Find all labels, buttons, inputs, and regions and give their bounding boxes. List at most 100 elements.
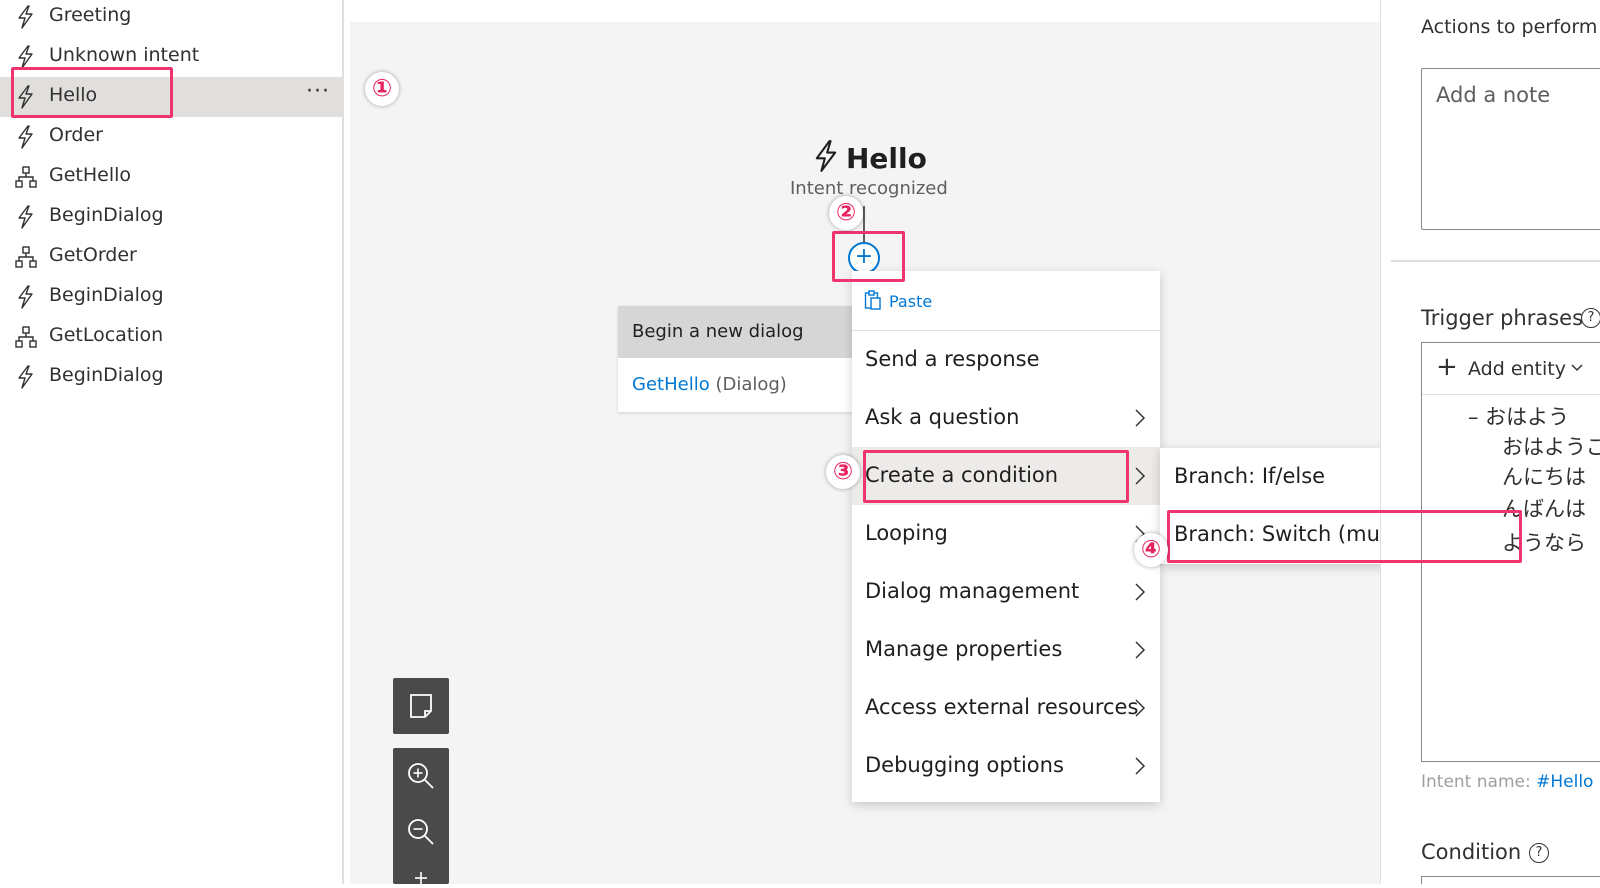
annotation-number: ④	[1140, 535, 1162, 563]
highlight-box-1	[11, 67, 173, 118]
condition-input[interactable]	[1421, 876, 1600, 884]
annotation-number: ①	[371, 74, 393, 102]
condition-label: Condition	[1421, 840, 1522, 864]
sidebar-item-gethello[interactable]: GetHello	[0, 157, 342, 197]
intent-name-value: #Hello	[1536, 772, 1594, 792]
submenu-item-label: Branch: If/else	[1174, 464, 1326, 488]
help-icon[interactable]: ?	[1581, 308, 1600, 328]
menu-item-access-external-resources[interactable]: Access external resources	[852, 679, 1160, 737]
sidebar-item-label: Unknown intent	[49, 44, 200, 66]
chevron-right-icon	[1134, 640, 1146, 660]
sidebar-item-greeting[interactable]: Greeting	[0, 0, 342, 37]
begin-dialog-card[interactable]: Begin a new dialog GetHello (Dialog)	[618, 306, 858, 412]
sidebar-item-label: BeginDialog	[49, 364, 164, 386]
paste-label: Paste	[889, 292, 933, 311]
menu-item-send-a-response[interactable]: Send a response	[852, 331, 1160, 389]
sidebar-item-begindialog[interactable]: BeginDialog	[0, 357, 342, 397]
menu-item-label: Manage properties	[865, 637, 1063, 661]
menu-item-label: Ask a question	[865, 405, 1020, 429]
menu-item-debugging-options[interactable]: Debugging options	[852, 737, 1160, 795]
sidebar-item-label: GetHello	[49, 164, 132, 186]
dialog-tree-icon	[14, 325, 38, 349]
highlight-box-2	[832, 231, 905, 282]
phrase-line: – おはよう	[1468, 405, 1570, 429]
chevron-right-icon	[1134, 582, 1146, 602]
sidebar-item-order[interactable]: Order	[0, 117, 342, 157]
dialog-tree-icon	[14, 245, 38, 269]
sidebar-item-getorder[interactable]: GetOrder	[0, 237, 342, 277]
add-action-menu: Paste Send a response Ask a question Creat…	[852, 271, 1160, 802]
phrase-line: んにちは	[1502, 465, 1586, 489]
zoom-in-icon	[408, 763, 434, 789]
menu-item-looping[interactable]: Looping	[852, 505, 1160, 563]
trigger-title: Hello	[812, 140, 927, 175]
lightning-icon	[14, 285, 38, 309]
sidebar-item-label: BeginDialog	[49, 284, 164, 306]
canvas-top-bar	[346, 0, 1380, 22]
zoom-toolbar	[393, 748, 449, 884]
highlight-box-3	[863, 450, 1129, 503]
lightning-icon	[14, 365, 38, 389]
annotation-marker-3: ③	[826, 455, 860, 489]
fit-view-button[interactable]	[393, 860, 449, 884]
zoom-in-button[interactable]	[393, 748, 449, 804]
lightning-icon	[14, 125, 38, 149]
intent-name-row: Intent name: #Hello	[1421, 772, 1593, 792]
note-placeholder: Add a note	[1436, 83, 1551, 107]
lightning-icon	[14, 5, 38, 29]
note-textarea[interactable]: Add a note	[1421, 68, 1600, 230]
trigger-subtitle: Intent recognized	[790, 178, 948, 199]
chevron-down-icon	[1571, 364, 1583, 372]
chevron-right-icon	[1134, 466, 1146, 486]
chevron-right-icon	[1134, 756, 1146, 776]
dialog-type-label: (Dialog)	[715, 374, 787, 395]
help-glyph: ?	[1587, 310, 1595, 325]
menu-item-manage-properties[interactable]: Manage properties	[852, 621, 1160, 679]
menu-item-ask-a-question[interactable]: Ask a question	[852, 389, 1160, 447]
intent-name-label: Intent name:	[1421, 772, 1531, 792]
dialog-tree-icon	[14, 165, 38, 189]
highlight-box-4	[1167, 510, 1522, 563]
add-note-button[interactable]	[393, 678, 449, 734]
chevron-right-icon	[1134, 698, 1146, 718]
help-glyph: ?	[1535, 845, 1543, 860]
sidebar-item-label: Greeting	[49, 4, 132, 26]
condition-help-icon[interactable]: ?	[1529, 843, 1549, 863]
sidebar-item-getlocation[interactable]: GetLocation	[0, 317, 342, 357]
phrase-line: おはようご	[1502, 435, 1600, 459]
trigger-phrases-label: Trigger phrases	[1421, 306, 1584, 330]
lightning-icon	[14, 45, 38, 69]
more-options-button[interactable]: ···	[306, 79, 330, 104]
note-icon	[410, 694, 432, 718]
begin-dialog-header: Begin a new dialog	[618, 306, 858, 358]
lightning-icon	[815, 140, 837, 172]
chevron-right-icon	[1134, 408, 1146, 428]
properties-panel: Actions to perform w Add a note Trigger …	[1380, 0, 1600, 884]
sidebar: Greeting Unknown intent Hello ··· Order GetHe…	[0, 0, 344, 884]
annotation-marker-2: ②	[829, 196, 863, 230]
annotation-marker-1: ①	[365, 72, 399, 106]
begin-dialog-title: Begin a new dialog	[632, 321, 804, 342]
paste-icon	[864, 290, 881, 310]
sidebar-item-begindialog[interactable]: BeginDialog	[0, 197, 342, 237]
actions-description: Actions to perform w	[1421, 16, 1600, 38]
sidebar-item-label: BeginDialog	[49, 204, 164, 226]
sidebar-item-begindialog[interactable]: BeginDialog	[0, 277, 342, 317]
trigger-title-text: Hello	[846, 142, 927, 175]
dialog-link[interactable]: GetHello	[632, 374, 710, 395]
annotation-marker-4: ④	[1134, 533, 1168, 567]
menu-item-label: Send a response	[865, 347, 1040, 371]
add-entity-button[interactable]: Add entity	[1468, 358, 1566, 380]
begin-dialog-body: GetHello (Dialog)	[632, 374, 787, 395]
annotation-number: ③	[832, 457, 854, 485]
fit-view-icon	[415, 872, 427, 884]
zoom-out-button[interactable]	[393, 804, 449, 860]
menu-item-label: Dialog management	[865, 579, 1080, 603]
annotation-number: ②	[835, 198, 857, 226]
sidebar-item-label: Order	[49, 124, 103, 146]
menu-item-dialog-management[interactable]: Dialog management	[852, 563, 1160, 621]
menu-item-label: Looping	[865, 521, 948, 545]
menu-item-label: Access external resources	[865, 695, 1139, 719]
zoom-out-icon	[408, 819, 434, 845]
add-entity-plus-icon: +	[1436, 352, 1458, 382]
